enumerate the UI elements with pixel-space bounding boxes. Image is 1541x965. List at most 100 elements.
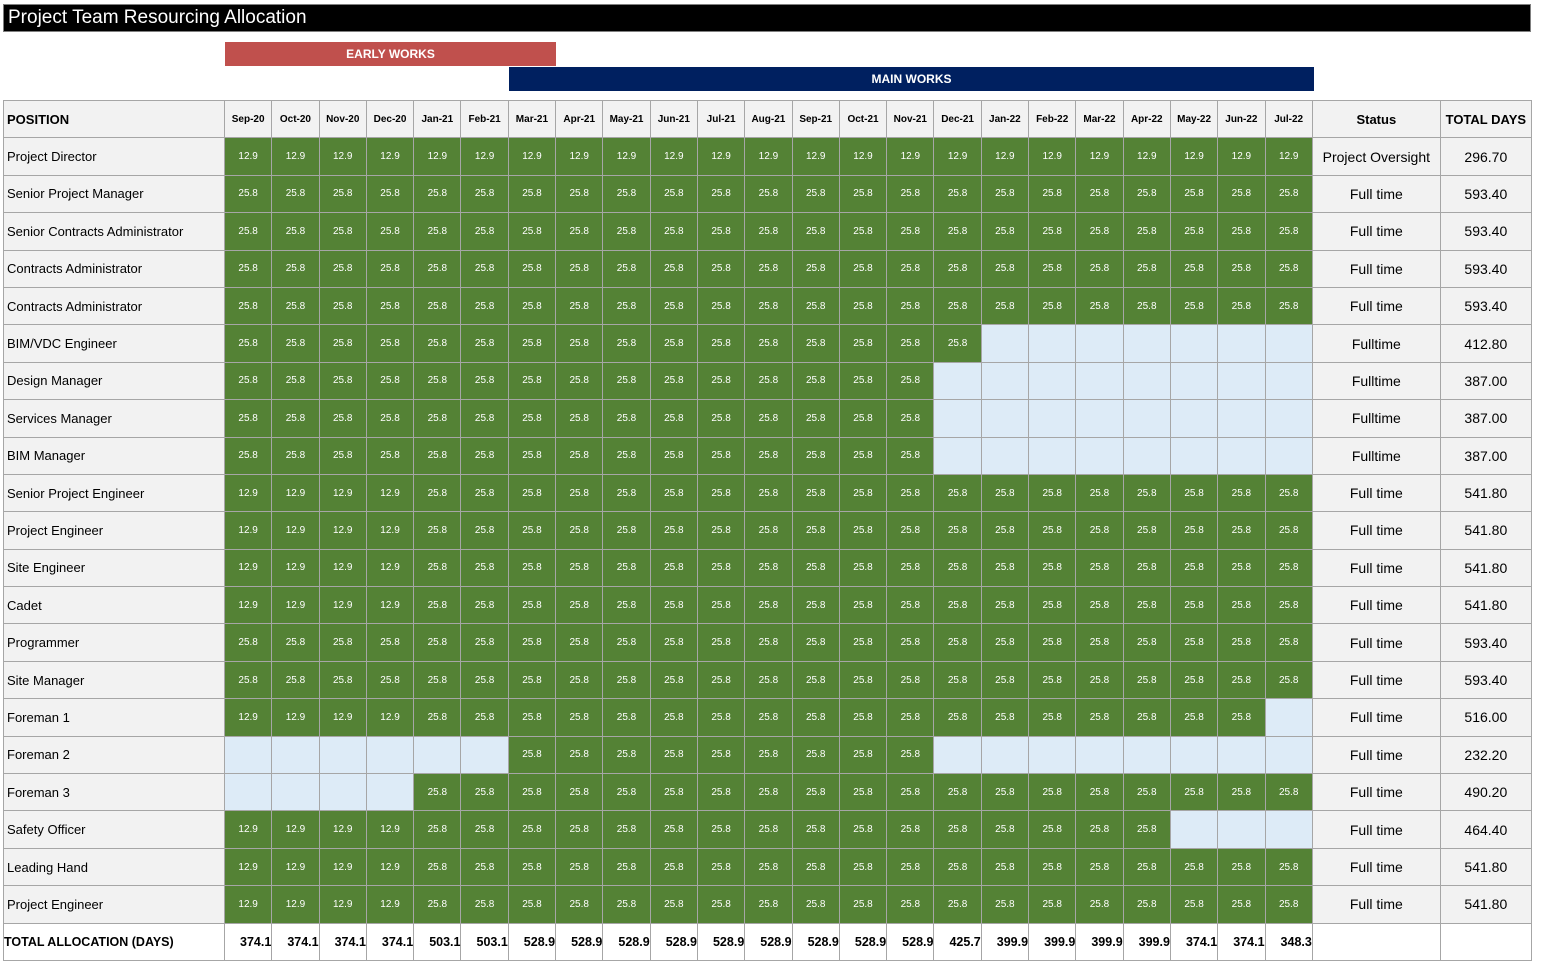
allocation-cell[interactable]: 12.9 [1169, 137, 1219, 176]
unallocated-cell[interactable] [933, 436, 982, 475]
allocation-cell[interactable]: 25.8 [1122, 548, 1171, 588]
unallocated-cell[interactable] [1075, 735, 1124, 775]
monthly-total-cell[interactable]: 528.9 [791, 922, 840, 961]
allocation-cell[interactable]: 25.8 [791, 698, 840, 737]
allocation-cell[interactable]: 12.9 [696, 137, 746, 176]
allocation-cell[interactable]: 25.8 [413, 660, 462, 700]
monthly-total-cell[interactable]: 399.9 [1122, 922, 1171, 961]
allocation-cell[interactable]: 12.9 [365, 473, 415, 513]
unallocated-cell[interactable] [1217, 810, 1266, 849]
allocation-cell[interactable]: 25.8 [413, 361, 462, 401]
allocation-cell[interactable]: 25.8 [271, 361, 320, 401]
position-cell[interactable]: Senior Contracts Administrator [3, 212, 225, 251]
allocation-cell[interactable]: 25.8 [1169, 586, 1219, 625]
allocation-cell[interactable]: 25.8 [696, 511, 746, 550]
unallocated-cell[interactable] [1028, 324, 1077, 363]
allocation-cell[interactable]: 25.8 [602, 586, 651, 625]
monthly-total-cell[interactable]: 503.1 [413, 922, 462, 961]
allocation-cell[interactable]: 25.8 [886, 586, 935, 625]
allocation-cell[interactable]: 25.8 [791, 249, 840, 288]
allocation-cell[interactable]: 25.8 [1217, 773, 1266, 812]
position-cell[interactable]: Safety Officer [3, 810, 225, 849]
total-days-cell[interactable]: 593.40 [1439, 286, 1532, 326]
allocation-cell[interactable]: 12.9 [271, 847, 320, 887]
allocation-cell[interactable]: 25.8 [507, 249, 557, 288]
allocation-cell[interactable]: 25.8 [602, 548, 651, 588]
allocation-cell[interactable]: 25.8 [1169, 847, 1219, 887]
position-cell[interactable]: Leading Hand [3, 847, 225, 887]
allocation-cell[interactable]: 25.8 [1169, 511, 1219, 550]
allocation-cell[interactable]: 25.8 [602, 174, 651, 214]
allocation-cell[interactable]: 25.8 [886, 847, 935, 887]
allocation-cell[interactable]: 25.8 [460, 773, 509, 812]
monthly-total-cell[interactable]: 528.9 [649, 922, 698, 961]
status-cell[interactable]: Fulltime [1311, 324, 1441, 363]
allocation-cell[interactable]: 12.9 [223, 548, 273, 588]
total-days-cell[interactable]: 593.40 [1439, 660, 1532, 700]
allocation-cell[interactable]: 25.8 [980, 511, 1030, 550]
allocation-cell[interactable]: 25.8 [271, 660, 320, 700]
total-days-cell[interactable]: 541.80 [1439, 847, 1532, 887]
allocation-cell[interactable]: 25.8 [413, 810, 462, 849]
allocation-cell[interactable]: 25.8 [791, 773, 840, 812]
allocation-cell[interactable]: 25.8 [507, 735, 557, 775]
allocation-cell[interactable]: 25.8 [1217, 473, 1266, 513]
allocation-cell[interactable]: 25.8 [318, 399, 367, 438]
allocation-cell[interactable]: 25.8 [555, 174, 604, 214]
allocation-cell[interactable]: 25.8 [602, 698, 651, 737]
allocation-cell[interactable]: 25.8 [413, 586, 462, 625]
position-cell[interactable]: Programmer [3, 623, 225, 662]
unallocated-cell[interactable] [933, 399, 982, 438]
allocation-cell[interactable]: 25.8 [980, 548, 1030, 588]
allocation-cell[interactable]: 25.8 [649, 660, 698, 700]
monthly-total-cell[interactable]: 528.9 [886, 922, 935, 961]
allocation-cell[interactable]: 25.8 [460, 473, 509, 513]
allocation-cell[interactable]: 25.8 [886, 698, 935, 737]
allocation-cell[interactable]: 25.8 [318, 212, 367, 251]
unallocated-cell[interactable] [980, 399, 1030, 438]
allocation-cell[interactable]: 12.9 [318, 698, 367, 737]
allocation-cell[interactable]: 25.8 [1075, 286, 1124, 326]
allocation-cell[interactable]: 25.8 [1217, 623, 1266, 662]
allocation-cell[interactable]: 25.8 [413, 436, 462, 475]
total-days-cell[interactable]: 593.40 [1439, 212, 1532, 251]
unallocated-cell[interactable] [1028, 399, 1077, 438]
allocation-cell[interactable]: 25.8 [791, 436, 840, 475]
unallocated-cell[interactable] [413, 735, 462, 775]
allocation-cell[interactable]: 25.8 [838, 286, 888, 326]
allocation-cell[interactable]: 25.8 [791, 548, 840, 588]
allocation-cell[interactable]: 25.8 [886, 436, 935, 475]
allocation-cell[interactable]: 25.8 [744, 286, 793, 326]
unallocated-cell[interactable] [271, 735, 320, 775]
allocation-cell[interactable]: 25.8 [1217, 511, 1266, 550]
allocation-cell[interactable]: 25.8 [980, 473, 1030, 513]
unallocated-cell[interactable] [1122, 399, 1171, 438]
allocation-cell[interactable]: 12.9 [365, 847, 415, 887]
allocation-cell[interactable]: 12.9 [318, 586, 367, 625]
allocation-cell[interactable]: 25.8 [1028, 473, 1077, 513]
allocation-cell[interactable]: 25.8 [460, 660, 509, 700]
allocation-cell[interactable]: 25.8 [886, 399, 935, 438]
allocation-cell[interactable]: 25.8 [555, 436, 604, 475]
allocation-cell[interactable]: 25.8 [744, 511, 793, 550]
allocation-cell[interactable]: 25.8 [791, 511, 840, 550]
allocation-cell[interactable]: 25.8 [744, 174, 793, 214]
allocation-cell[interactable]: 25.8 [791, 660, 840, 700]
unallocated-cell[interactable] [1264, 810, 1313, 849]
allocation-cell[interactable]: 25.8 [696, 885, 746, 924]
allocation-cell[interactable]: 25.8 [649, 847, 698, 887]
position-cell[interactable]: Cadet [3, 586, 225, 625]
unallocated-cell[interactable] [365, 773, 415, 812]
allocation-cell[interactable]: 25.8 [1122, 773, 1171, 812]
total-days-cell[interactable]: 541.80 [1439, 885, 1532, 924]
allocation-cell[interactable]: 25.8 [744, 212, 793, 251]
allocation-cell[interactable]: 25.8 [413, 212, 462, 251]
allocation-cell[interactable]: 12.9 [271, 698, 320, 737]
allocation-cell[interactable]: 12.9 [318, 548, 367, 588]
allocation-cell[interactable]: 25.8 [933, 810, 982, 849]
allocation-cell[interactable]: 12.9 [838, 137, 888, 176]
allocation-cell[interactable]: 25.8 [649, 586, 698, 625]
allocation-cell[interactable]: 25.8 [507, 174, 557, 214]
allocation-cell[interactable]: 25.8 [555, 847, 604, 887]
allocation-cell[interactable]: 25.8 [791, 623, 840, 662]
